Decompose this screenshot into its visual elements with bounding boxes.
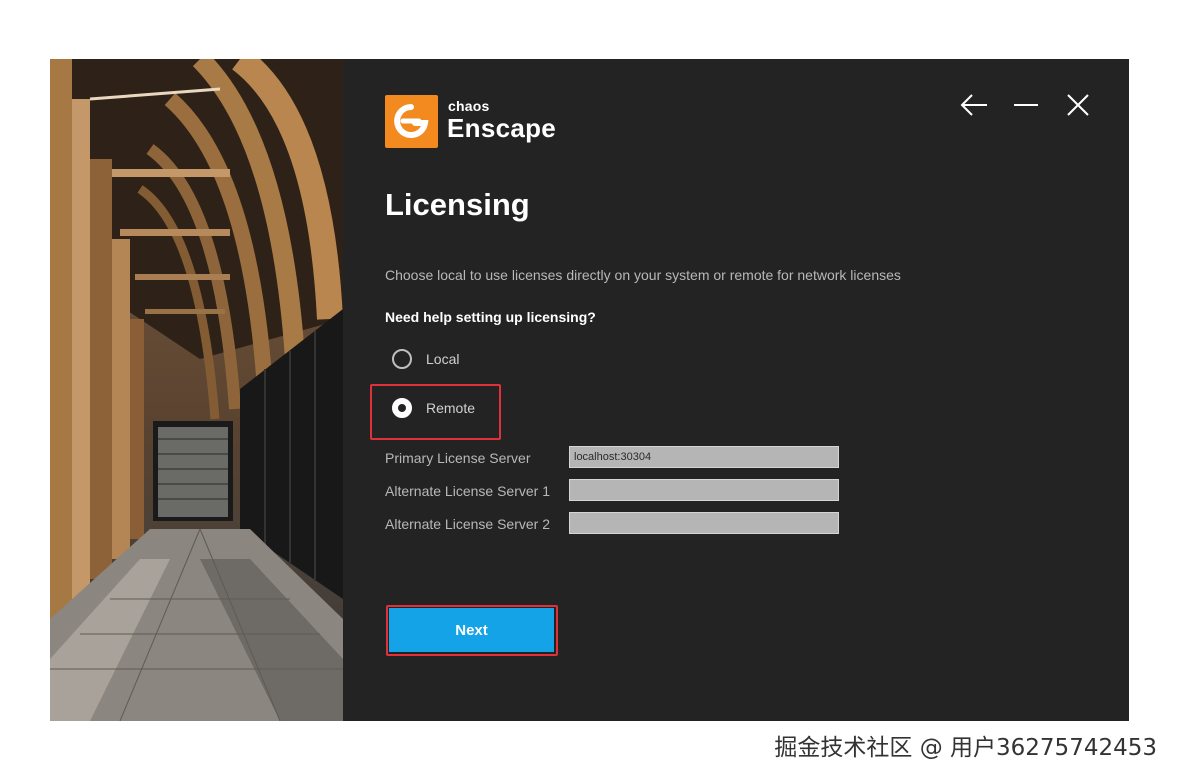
alternate-server-1-label: Alternate License Server 1 [385,483,550,499]
next-button[interactable]: Next [389,608,554,652]
minimize-button[interactable] [1009,89,1043,123]
radio-local[interactable]: Local [392,346,532,376]
brand-company: chaos [448,98,490,114]
radio-selected-icon [392,398,412,418]
alternate-server-1-input[interactable] [569,479,839,501]
alternate-server-2-input[interactable] [569,512,839,534]
installer-window: chaos Enscape Licensing Choose local to … [50,59,1129,721]
radio-unselected-icon [392,349,412,369]
primary-server-input[interactable] [569,446,839,468]
close-icon [1067,94,1089,116]
primary-server-label: Primary License Server [385,450,531,466]
back-button[interactable] [957,89,991,123]
brand-product: Enscape [447,113,557,143]
close-button[interactable] [1061,89,1095,123]
radio-remote-label: Remote [426,400,476,416]
help-link[interactable]: Need help setting up licensing? [385,309,596,325]
radio-local-label: Local [426,351,460,367]
page-description: Choose local to use licenses directly on… [385,267,901,283]
minimize-icon [1014,104,1038,106]
arrow-left-icon [960,94,987,116]
radio-remote[interactable]: Remote [392,395,532,425]
watermark: 掘金技术社区 @ 用户36275742453 [774,735,1157,761]
architecture-photo [50,59,343,721]
page-title: Licensing [385,187,530,222]
enscape-logo [385,95,438,148]
alternate-server-2-label: Alternate License Server 2 [385,516,550,532]
